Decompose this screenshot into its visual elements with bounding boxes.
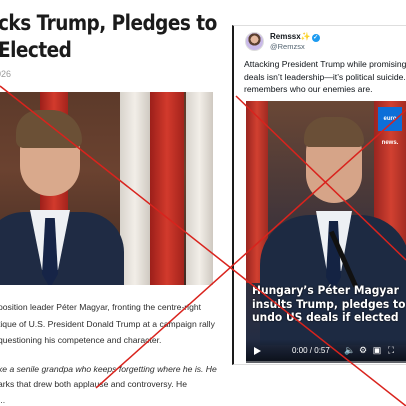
verified-badge-icon: ✓ <box>311 34 320 42</box>
tweet-text-line: remembers who our enemies are. <box>244 84 373 95</box>
volume-icon[interactable]: 🔈 <box>344 345 355 355</box>
tweet-video-player[interactable]: euro news. Hungary’s Péter Magyar insult… <box>246 101 406 363</box>
article-paragraph-line: questioning his competence and character… <box>0 335 162 345</box>
article-paragraph-line: position leader Péter Magyar, fronting t… <box>0 302 202 312</box>
article-paragraph-line: ... <box>0 395 6 405</box>
euronews-logo: euro news. <box>378 107 402 146</box>
flag-stripe <box>120 92 150 285</box>
settings-gear-icon[interactable]: ⚙ <box>358 345 368 355</box>
article-headline-line-2: Elected <box>0 38 72 62</box>
video-progress-bar[interactable] <box>246 361 406 363</box>
avatar[interactable] <box>245 32 264 51</box>
tweet-handle[interactable]: @Remzsx <box>270 42 305 51</box>
flag-stripe <box>186 92 213 285</box>
article-headline: cks Trump, Pledges to Elected <box>0 10 217 64</box>
video-time: 0:00 / 0:57 <box>292 346 330 355</box>
video-caption: Hungary’s Péter Magyar insults Trump, pl… <box>252 283 406 325</box>
article-paragraph-line: arks that drew both applause and controv… <box>0 379 188 389</box>
article-headline-line-1: cks Trump, Pledges to <box>0 11 217 35</box>
article-date: 026 <box>0 69 12 79</box>
tweet-text: Attacking President Trump while promisin… <box>244 58 406 96</box>
article-quote-line: ke a senile grandpa who keeps forgetting… <box>0 364 217 374</box>
video-caption-line: undo US deals if elected <box>252 310 399 324</box>
tweet-text-line: Attacking President Trump while promisin… <box>244 59 406 69</box>
play-icon[interactable] <box>254 347 261 355</box>
article-panel: cks Trump, Pledges to Elected 026 positi… <box>0 0 232 406</box>
tweet-text-line: deals isn’t leadership—it’s political su… <box>244 71 406 82</box>
article-photo <box>0 92 213 285</box>
flag-stripe <box>150 92 184 285</box>
video-caption-line: Hungary’s Péter Magyar <box>252 283 399 297</box>
article-paragraph-line: tique of U.S. President Donald Trump at … <box>0 319 215 329</box>
fullscreen-icon[interactable]: ⛶ <box>386 345 396 355</box>
video-caption-line: insults Trump, pledges to <box>252 296 406 311</box>
tweet-card[interactable]: Remssx✨ ✓ @Remzsx Attacking President Tru… <box>232 25 406 365</box>
video-controls: 0:00 / 0:57 🔈 ⚙ ▣ ⛶ <box>246 339 406 363</box>
tweet-display-name[interactable]: Remssx✨ ✓ <box>270 32 320 42</box>
speaker-figure <box>0 102 124 285</box>
pip-icon[interactable]: ▣ <box>372 345 382 355</box>
display-name-text: Remssx <box>270 32 301 41</box>
sparkle-icon: ✨ <box>300 32 311 41</box>
